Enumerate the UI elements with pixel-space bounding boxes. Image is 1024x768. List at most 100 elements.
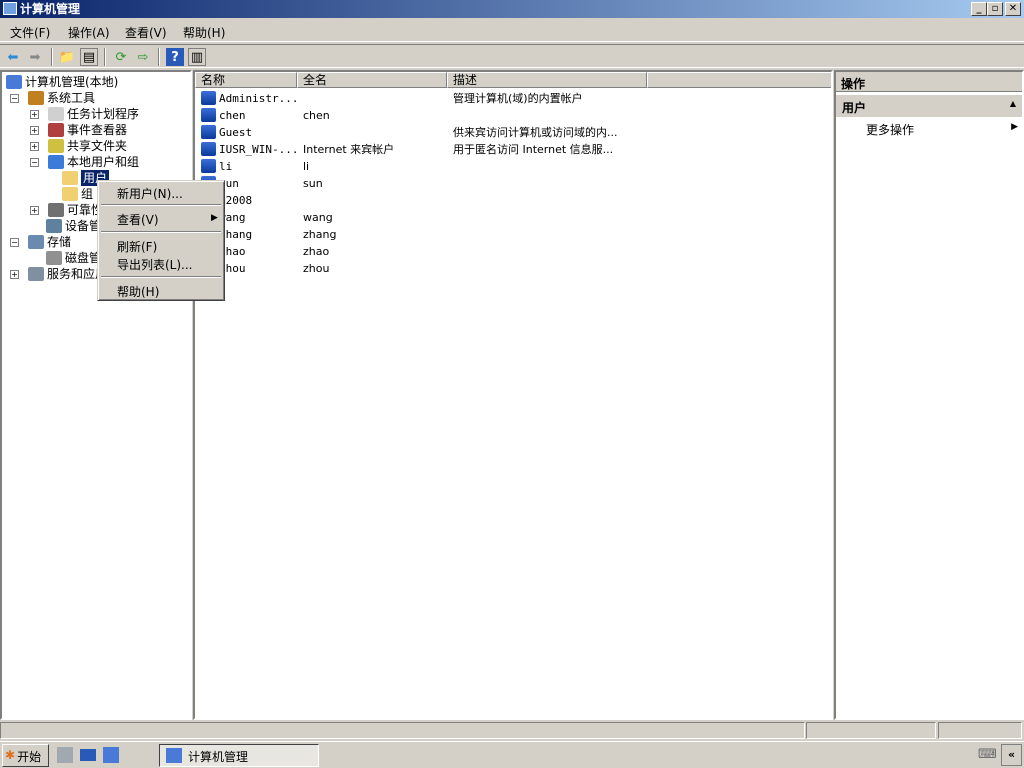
refresh-icon[interactable]: ⟳ <box>112 48 130 66</box>
status-bar <box>0 720 1024 740</box>
tree-item-label: 事件查看器 <box>67 123 128 137</box>
submenu-arrow-icon: ▶ <box>211 213 218 223</box>
list-row[interactable]: sun sun <box>199 175 829 192</box>
collapse-icon[interactable]: − <box>10 93 19 103</box>
menu-item-view[interactable]: 查看(V) <box>117 211 159 228</box>
action-pane-title: 操作 <box>836 72 1022 92</box>
show-hide-tree-icon[interactable]: ▤ <box>80 48 98 66</box>
tree-item[interactable]: + 共享文件夹 <box>30 138 127 154</box>
user-icon <box>201 108 216 122</box>
window-title: 计算机管理 <box>20 2 81 16</box>
node-icon <box>28 235 44 249</box>
list-row[interactable]: zhou zhou <box>199 260 829 277</box>
action-section-users[interactable]: 用户 ▲ <box>836 95 1022 117</box>
start-label: 开始 <box>17 750 42 764</box>
node-icon <box>46 219 62 233</box>
menu-bar: 文件(F) 操作(A) 查看(V) 帮助(H) <box>0 20 1024 42</box>
cell-desc: 用于匿名访问 Internet 信息服... <box>453 143 614 156</box>
collapse-icon[interactable]: − <box>30 157 39 167</box>
cell-full: Internet 来宾帐户 <box>303 143 395 156</box>
tree-item-label: 系统工具 <box>47 91 96 105</box>
close-button[interactable]: ✕ <box>1005 2 1021 16</box>
tree-item[interactable]: 计算机管理(本地) <box>6 74 118 90</box>
list-row[interactable]: chen chen <box>199 107 829 124</box>
server-manager-icon[interactable] <box>57 747 73 763</box>
minimize-button[interactable]: _ <box>971 2 987 16</box>
title-bar: 计算机管理 <box>0 0 1024 18</box>
user-icon <box>201 91 216 105</box>
cell-desc: 供来宾访问计算机或访问域的内... <box>453 126 618 139</box>
node-icon <box>48 123 64 137</box>
tree-pane: 计算机管理(本地) − 系统工具 + 任务计划程序 + 事件查看器 + 共享文件夹 − 本地用户和组… <box>0 70 192 720</box>
list-row[interactable]: zhao zhao <box>199 243 829 260</box>
export-list-icon[interactable]: ⇨ <box>134 48 152 66</box>
menu-action[interactable]: 操作(A) <box>68 24 110 41</box>
collapse-icon[interactable]: ▲ <box>1010 99 1016 108</box>
menu-file[interactable]: 文件(F) <box>10 24 50 41</box>
node-icon <box>48 107 64 121</box>
tree-item[interactable]: 组 <box>62 186 93 202</box>
more-actions-label: 更多操作 <box>866 123 915 137</box>
menu-item-refresh[interactable]: 刷新(F) <box>117 238 157 255</box>
taskbar-item-computer-management[interactable]: 计算机管理 <box>159 744 319 767</box>
column-header-fullname[interactable]: 全名 <box>297 72 447 88</box>
expand-tray-icon[interactable]: « <box>1001 744 1022 766</box>
menu-item-new-user[interactable]: 新用户(N)... <box>117 185 183 202</box>
restore-button[interactable]: ▫ <box>987 2 1003 16</box>
help-icon[interactable]: ? <box>166 48 184 66</box>
column-header-name[interactable]: 名称 <box>195 72 297 88</box>
show-desktop-icon[interactable] <box>80 749 96 761</box>
cell-full: zhao <box>303 245 330 258</box>
collapse-icon[interactable]: − <box>10 237 19 247</box>
cell-desc: 管理计算机(域)的内置帐户 <box>453 92 583 105</box>
tree-item-label: 本地用户和组 <box>67 155 140 169</box>
node-icon <box>48 139 64 153</box>
list-row[interactable]: li li <box>199 158 829 175</box>
submenu-arrow-icon: ▶ <box>1011 122 1018 132</box>
keyboard-icon[interactable]: ⌨ <box>978 747 997 762</box>
user-icon <box>201 142 216 156</box>
back-icon[interactable]: ⬅ <box>4 48 22 66</box>
show-hide-action-pane-icon[interactable]: ▥ <box>188 48 206 66</box>
list-row[interactable]: wang wang <box>199 209 829 226</box>
list-row[interactable]: zhang zhang <box>199 226 829 243</box>
menu-item-help[interactable]: 帮助(H) <box>117 283 159 300</box>
expand-icon[interactable]: + <box>30 125 39 135</box>
action-more-actions[interactable]: 更多操作 ▶ <box>866 121 1022 138</box>
up-folder-icon[interactable]: 📁 <box>58 48 76 66</box>
node-icon <box>28 267 44 281</box>
list-row[interactable]: m2008 <box>199 192 829 209</box>
tree-item[interactable]: + 事件查看器 <box>30 122 127 138</box>
expand-icon[interactable]: + <box>10 269 19 279</box>
expand-icon[interactable]: + <box>30 109 39 119</box>
cell-name: Guest <box>219 126 253 139</box>
menu-view[interactable]: 查看(V) <box>125 24 167 41</box>
node-icon <box>28 91 44 105</box>
expand-icon[interactable]: + <box>30 141 39 151</box>
cell-full: zhou <box>303 262 330 275</box>
tree-item[interactable]: − 系统工具 <box>10 90 95 106</box>
expand-icon[interactable]: + <box>30 205 39 215</box>
cell-name: chen <box>219 109 246 122</box>
tree-item[interactable]: − 本地用户和组 <box>30 154 139 170</box>
tree-item[interactable]: + 任务计划程序 <box>30 106 139 122</box>
cell-name: Administr... <box>219 92 299 105</box>
node-icon <box>48 203 64 217</box>
cell-full: li <box>303 160 310 173</box>
list-row[interactable]: Guest 供来宾访问计算机或访问域的内... <box>199 124 829 141</box>
tree-item[interactable]: − 存储 <box>10 234 71 250</box>
windows-logo-icon: ✱ <box>5 748 16 762</box>
cell-full: wang <box>303 211 333 224</box>
user-icon <box>201 125 216 139</box>
list-row[interactable]: Administr... 管理计算机(域)的内置帐户 <box>199 90 829 107</box>
computer-management-icon <box>166 748 182 763</box>
menu-help[interactable]: 帮助(H) <box>183 24 225 41</box>
tree-item-label: 存储 <box>47 235 72 249</box>
forward-icon[interactable]: ➡ <box>26 48 44 66</box>
list-row[interactable]: IUSR_WIN-... Internet 来宾帐户 用于匿名访问 Internet… <box>199 141 829 158</box>
column-header-description[interactable]: 描述 <box>447 72 647 88</box>
explorer-icon[interactable] <box>103 747 119 763</box>
menu-item-export-list[interactable]: 导出列表(L)... <box>117 256 193 273</box>
tree-item-label: 计算机管理(本地) <box>25 75 119 89</box>
start-button[interactable]: ✱ 开始 <box>2 744 49 767</box>
